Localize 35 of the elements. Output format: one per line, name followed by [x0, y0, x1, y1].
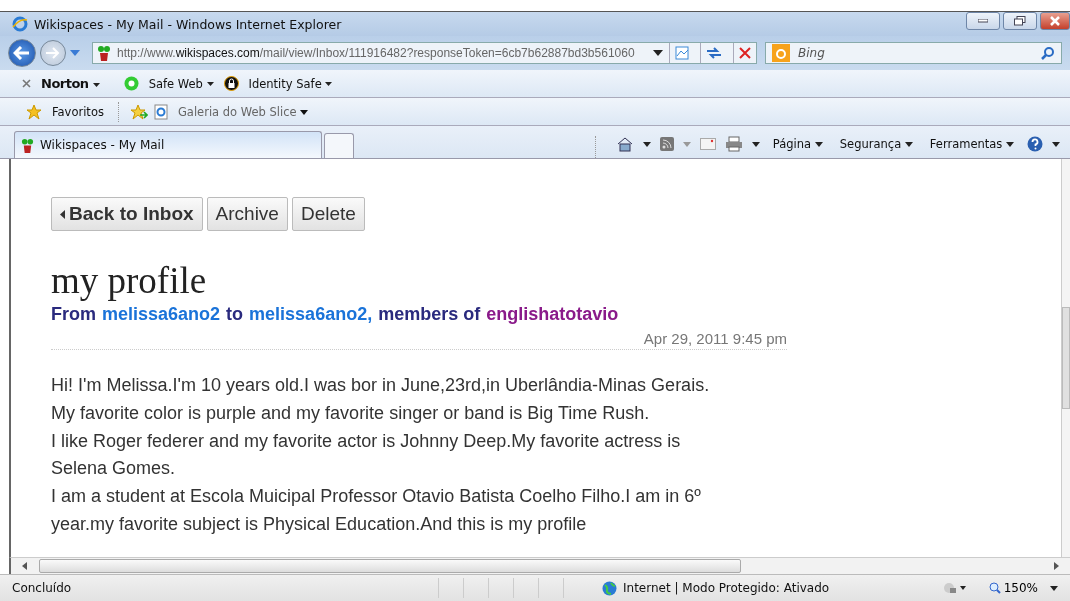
from-label: to [226, 304, 244, 325]
message-action-button[interactable]: Delete [291, 197, 365, 231]
user-link[interactable]: melissa6ano2, [249, 304, 373, 325]
web-slice-gallery-button[interactable]: Galeria do Web Slice [173, 104, 313, 119]
user-link[interactable]: melissa6ano2 [102, 304, 221, 325]
message-line: year.my favorite subject is Physical Education.And this is my profile [51, 513, 588, 536]
message-line: I am a student at Escola Muicipal Professor Otavio Batista Coelho Filho.I am in 6º [51, 485, 702, 509]
toolbar-menu[interactable]: Safe Web [144, 76, 218, 91]
command-menu[interactable]: Página [768, 137, 827, 151]
window-title: Wikispaces - My Mail - Windows Internet Explorer [34, 16, 342, 32]
message-action-button[interactable]: Archive [206, 197, 288, 231]
search-box[interactable]: Bing [765, 42, 1062, 64]
message-line: Hi! I'm Melissa.I'm 10 years old.I was bor in June,23rd,in Uberlândia-Minas Gerais. [51, 374, 711, 397]
url-text: http://www.wikispaces.com/mail/view/Inbox/111916482?responseToken=6cb7b62887bd3b561060 [117, 46, 635, 60]
from-label: members of [378, 304, 481, 325]
zoom-button[interactable]: 150% [982, 580, 1044, 596]
norton-menu[interactable]: Norton [37, 76, 104, 91]
status-text: Concluído [12, 581, 73, 595]
message-subject: my profile [51, 259, 208, 302]
message-line: I like Roger federer and my favorite actor is Johnny Deep.My favorite actress is [51, 429, 682, 453]
message-line: My favorite color is purple and my favorite singer or band is Big Time Rush. [51, 401, 651, 425]
address-field[interactable]: http://www.wikispaces.com/mail/view/Inbox/111916482?responseToken=6cb7b62887bd3b561060 [92, 42, 757, 64]
back-to-inbox-button[interactable]: Back to Inbox [51, 197, 203, 231]
tab-label: Wikispaces - My Mail [40, 138, 165, 152]
from-label: From [51, 304, 96, 325]
search-field[interactable]: Bing [796, 45, 1035, 61]
message-date: Apr 29, 2011 9:45 pm [643, 330, 787, 347]
browser-tab[interactable]: Wikispaces - My Mail [14, 131, 322, 158]
wiki-link[interactable]: englishatotavio [486, 304, 619, 325]
security-zone-text: Internet | Modo Protegido: Ativado [623, 581, 830, 595]
command-menu[interactable]: Ferramentas [925, 137, 1018, 151]
command-menu[interactable]: Segurança [835, 137, 917, 151]
favorites-button[interactable]: Favoritos [48, 104, 108, 119]
toolbar-menu[interactable]: Identity Safe [244, 76, 337, 91]
message-line: Selena Gomes. [51, 457, 177, 481]
